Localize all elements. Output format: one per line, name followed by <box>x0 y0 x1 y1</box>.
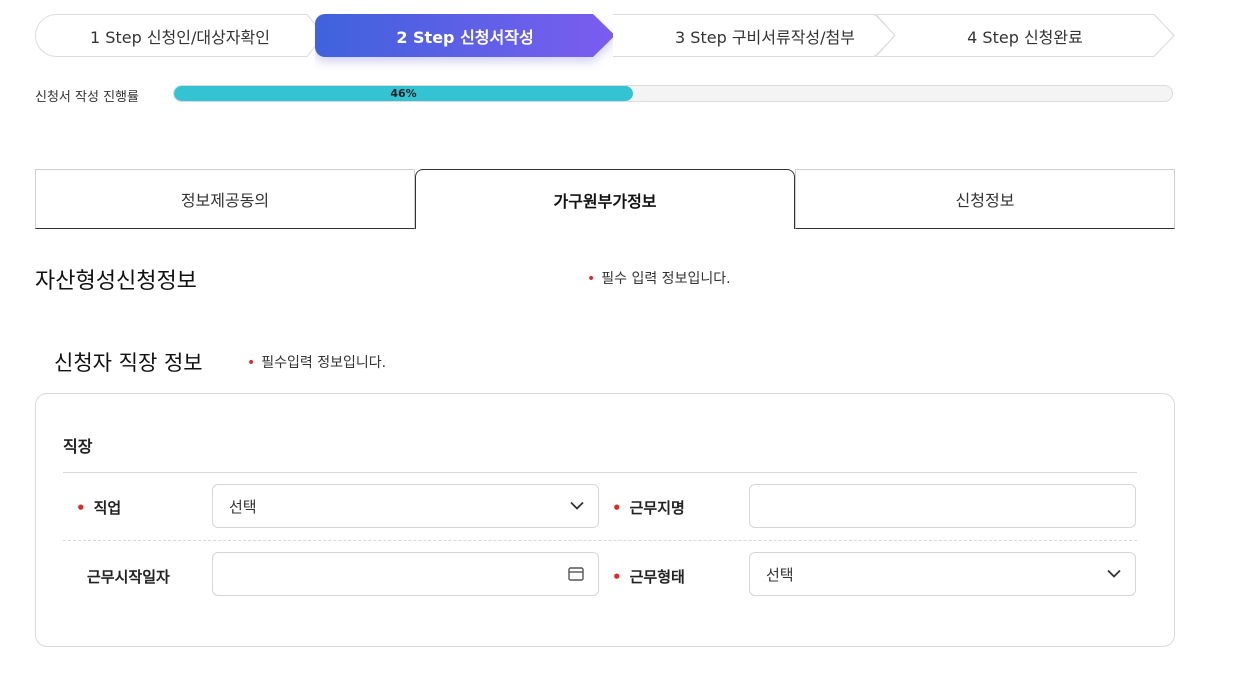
form-tabs: 정보제공동의 가구원부가정보 신청정보 <box>35 169 1175 229</box>
step-4: 4 Step 신청완료 <box>875 14 1175 57</box>
step-2-label: 2 Step 신청서작성 <box>396 27 534 47</box>
start-date-label-text: 근무시작일자 <box>87 568 170 586</box>
workplace-label-text: 근무지명 <box>629 499 685 517</box>
tab-application-info-label: 신청정보 <box>955 191 1015 210</box>
subsection-required-note: • 필수입력 정보입니다. <box>247 352 386 372</box>
progress-value: 46% <box>390 87 417 100</box>
section-title: 자산형성신청정보 <box>35 269 197 294</box>
required-dot-icon: • <box>612 498 622 517</box>
work-type-label-text: 근무형태 <box>629 568 685 586</box>
workplace-input[interactable] <box>749 484 1136 528</box>
calendar-icon[interactable] <box>568 567 584 582</box>
work-type-value: 선택 <box>766 565 794 584</box>
step-3: 3 Step 구비서류작성/첨부 <box>595 14 895 57</box>
divider <box>63 472 1137 473</box>
required-note-text: 필수 입력 정보입니다. <box>601 271 731 287</box>
job-label: • 직업 <box>76 497 121 518</box>
start-date-label: 근무시작일자 <box>87 566 170 587</box>
required-dot-icon: • <box>587 271 596 287</box>
subsection-title: 신청자 직장 정보 <box>54 351 203 375</box>
subsection-required-text: 필수입력 정보입니다. <box>261 355 387 371</box>
workplace-label: • 근무지명 <box>612 497 685 518</box>
chevron-down-icon <box>1107 569 1121 578</box>
tab-household-info-label: 가구원부가정보 <box>553 191 657 211</box>
tab-info-consent-label: 정보제공동의 <box>180 191 270 210</box>
work-type-label: • 근무형태 <box>612 566 685 587</box>
progress-fill: 46% <box>174 86 634 101</box>
card-title: 직장 <box>63 437 93 456</box>
start-date-input[interactable] <box>212 552 599 596</box>
job-label-text: 직업 <box>93 499 122 517</box>
tab-info-consent[interactable]: 정보제공동의 <box>35 169 415 229</box>
progress-bar: 46% <box>173 85 1173 102</box>
workplace-card: 직장 • 직업 선택 • 근무지명 근무시작일자 • 근무형태 선택 <box>35 393 1175 647</box>
row-divider <box>63 540 1137 541</box>
tab-application-info[interactable]: 신청정보 <box>795 169 1175 229</box>
tab-household-info[interactable]: 가구원부가정보 <box>415 169 795 229</box>
step-3-label: 3 Step 구비서류작성/첨부 <box>675 27 855 47</box>
step-1: 1 Step 신청인/대상자확인 <box>35 14 325 57</box>
step-2: 2 Step 신청서작성 <box>315 14 615 57</box>
step-4-label: 4 Step 신청완료 <box>967 27 1083 47</box>
required-dot-icon: • <box>76 498 86 517</box>
progress-label: 신청서 작성 진행률 <box>35 90 139 105</box>
chevron-down-icon <box>570 501 584 510</box>
required-dot-icon: • <box>612 567 622 586</box>
required-dot-icon: • <box>247 355 256 371</box>
job-select-value: 선택 <box>229 497 257 516</box>
step-1-label: 1 Step 신청인/대상자확인 <box>90 27 270 47</box>
required-note: • 필수 입력 정보입니다. <box>587 268 731 288</box>
job-select[interactable]: 선택 <box>212 484 599 528</box>
step-indicator: 1 Step 신청인/대상자확인 2 Step 신청서작성 3 Step 구비서… <box>35 14 1175 57</box>
work-type-select[interactable]: 선택 <box>749 552 1136 596</box>
